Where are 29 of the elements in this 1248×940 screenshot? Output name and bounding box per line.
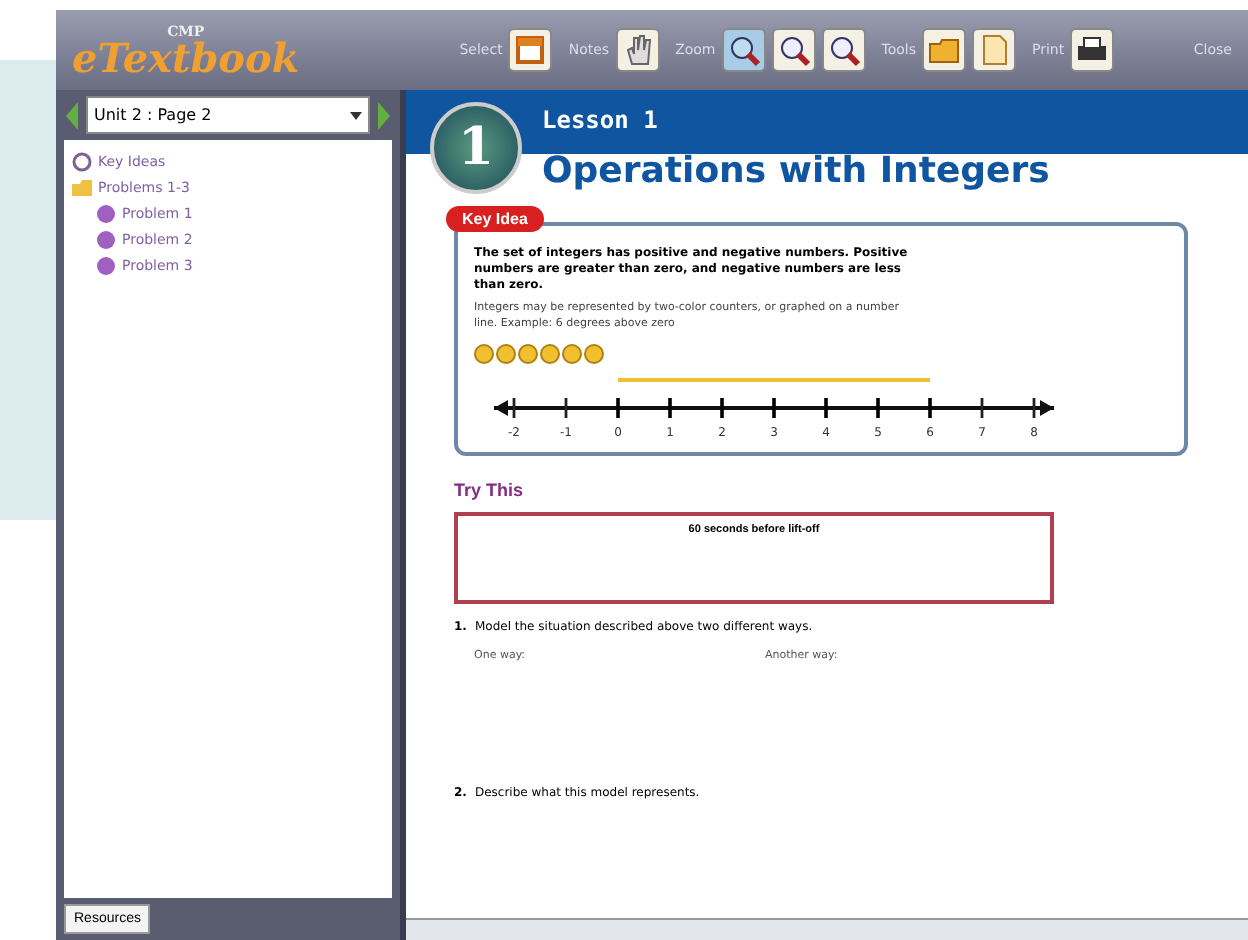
zoom-icon [725, 32, 762, 68]
toolbar-button[interactable] [821, 28, 866, 72]
lesson-badge: 1 [430, 102, 522, 194]
key-idea-tag: Key Idea [446, 206, 544, 232]
zoom-icon [775, 32, 812, 68]
counter [474, 344, 494, 365]
circle-icon [96, 203, 116, 223]
lesson-title: Operations with Integers [542, 150, 1050, 192]
circle-icon [96, 255, 116, 275]
next-arrow-icon[interactable] [376, 97, 392, 133]
previous-arrow-icon[interactable] [64, 97, 80, 133]
counter [496, 344, 516, 365]
toolbar-button[interactable] [1070, 28, 1115, 72]
counter [540, 344, 560, 365]
counter [562, 344, 582, 365]
zoom-icon [825, 32, 862, 68]
page-select[interactable]: Unit 2 : Page 2 [86, 96, 370, 134]
key-icon [72, 151, 92, 171]
toolbar-button[interactable] [771, 28, 816, 72]
circle-icon [96, 229, 116, 249]
counter [584, 344, 604, 365]
window-icon [512, 32, 549, 68]
section-heading: Try This [454, 480, 526, 501]
horizontal-scrollbar[interactable] [406, 918, 1248, 940]
folder-icon [72, 177, 92, 197]
caret-icon [350, 111, 362, 119]
lesson-label: Lesson 1 [542, 106, 660, 134]
toolbar-button[interactable] [721, 28, 766, 72]
counter [518, 344, 538, 365]
